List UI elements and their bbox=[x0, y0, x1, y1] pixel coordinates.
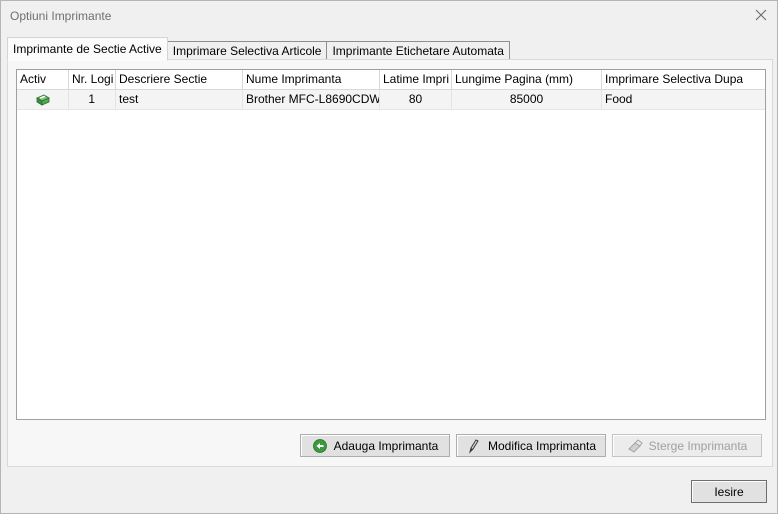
add-icon bbox=[312, 438, 327, 453]
cell-imprimare-selectiva: Food bbox=[605, 92, 633, 106]
title-bar: Optiuni Imprimante bbox=[1, 1, 777, 31]
col-imprimare-selectiva[interactable]: Imprimare Selectiva Dupa bbox=[602, 70, 765, 89]
cell-activ bbox=[17, 90, 69, 109]
tab-active-printers[interactable]: Imprimante de Sectie Active bbox=[7, 37, 168, 61]
col-activ[interactable]: Activ bbox=[17, 70, 69, 89]
close-icon bbox=[755, 9, 767, 21]
delete-printer-button[interactable]: Sterge Imprimanta bbox=[612, 434, 762, 457]
cell-nume-imprimanta: Brother MFC-L8690CDW bbox=[243, 90, 380, 109]
col-lungime-pagina[interactable]: Lungime Pagina (mm) bbox=[452, 70, 602, 89]
edit-printer-label: Modifica Imprimanta bbox=[487, 438, 597, 453]
cell-lungime: 85000 bbox=[452, 90, 602, 109]
add-printer-button[interactable]: Adauga Imprimanta bbox=[300, 434, 450, 457]
table-row[interactable]: 1 test Brother MFC-L8690CDW 80 85000 Foo… bbox=[17, 90, 765, 110]
tab-auto-label-printers[interactable]: Imprimante Etichetare Automata bbox=[326, 41, 510, 61]
col-nr-logic[interactable]: Nr. Logi bbox=[69, 70, 116, 89]
tab-panel: Activ Nr. Logi Descriere Sectie Nume Imp… bbox=[7, 59, 773, 467]
edit-printer-button[interactable]: Modifica Imprimanta bbox=[456, 434, 606, 457]
delete-printer-label: Sterge Imprimanta bbox=[648, 438, 748, 453]
cell-descriere: test bbox=[116, 90, 243, 109]
add-printer-label: Adauga Imprimanta bbox=[333, 438, 439, 453]
eraser-icon bbox=[627, 438, 643, 453]
printers-grid[interactable]: Activ Nr. Logi Descriere Sectie Nume Imp… bbox=[16, 69, 766, 420]
col-latime[interactable]: Latime Impri bbox=[380, 70, 452, 89]
exit-label: Iesire bbox=[714, 484, 744, 499]
printer-icon bbox=[35, 94, 50, 106]
col-nume-imprimanta[interactable]: Nume Imprimanta bbox=[243, 70, 380, 89]
tab-selective-printing[interactable]: Imprimare Selectiva Articole bbox=[166, 41, 328, 61]
pen-icon bbox=[469, 438, 479, 454]
close-button[interactable] bbox=[749, 4, 773, 26]
grid-header: Activ Nr. Logi Descriere Sectie Nume Imp… bbox=[17, 70, 765, 90]
tab-strip: Imprimante de Sectie Active Imprimare Se… bbox=[7, 36, 510, 61]
printer-options-window: Optiuni Imprimante Imprimante de Sectie … bbox=[0, 0, 778, 514]
exit-button[interactable]: Iesire bbox=[691, 480, 767, 503]
window-title: Optiuni Imprimante bbox=[10, 9, 112, 23]
cell-latime: 80 bbox=[380, 90, 452, 109]
col-descriere-sectie[interactable]: Descriere Sectie bbox=[116, 70, 243, 89]
cell-nr-logic: 1 bbox=[69, 90, 116, 109]
